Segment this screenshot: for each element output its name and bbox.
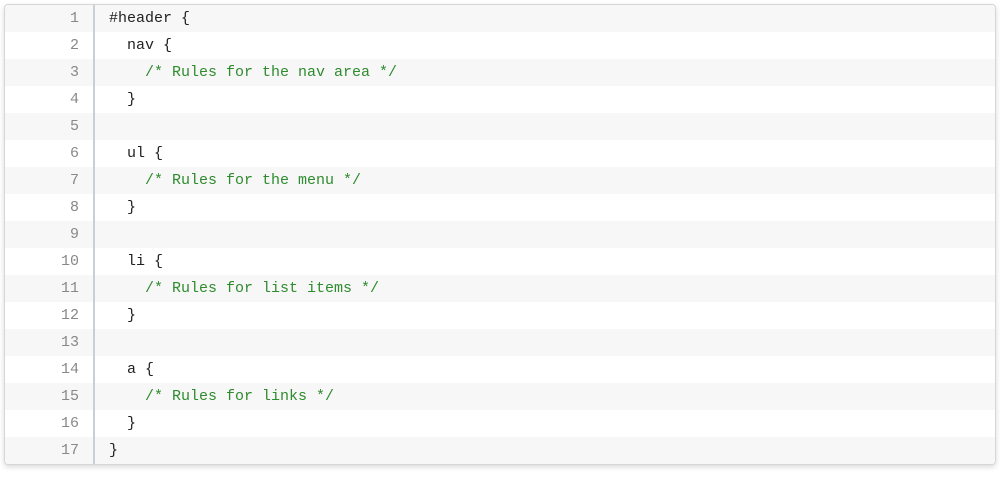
code-line: 2nav { (5, 32, 995, 59)
punct-token: } (127, 199, 136, 216)
line-number: 16 (5, 410, 95, 437)
code-content: a { (95, 356, 995, 383)
code-content: } (95, 302, 995, 329)
code-content: ul { (95, 140, 995, 167)
code-line: 3 /* Rules for the nav area */ (5, 59, 995, 86)
code-line: 7 /* Rules for the menu */ (5, 167, 995, 194)
selector-token: nav (127, 37, 163, 54)
selector-token: li (127, 253, 154, 270)
line-number: 17 (5, 437, 95, 464)
line-number: 8 (5, 194, 95, 221)
code-content: nav { (95, 32, 995, 59)
line-number: 5 (5, 113, 95, 140)
line-number: 11 (5, 275, 95, 302)
line-number: 14 (5, 356, 95, 383)
line-number: 12 (5, 302, 95, 329)
line-number: 13 (5, 329, 95, 356)
code-content: /* Rules for list items */ (95, 275, 995, 302)
punct-token: } (109, 442, 118, 459)
code-line: 10li { (5, 248, 995, 275)
code-line: 16} (5, 410, 995, 437)
code-line: 1#header { (5, 5, 995, 32)
line-number: 2 (5, 32, 95, 59)
selector-token: a (127, 361, 145, 378)
punct-token: { (145, 361, 154, 378)
punct-token: { (154, 145, 163, 162)
code-block: 1#header {2nav {3/* Rules for the nav ar… (4, 4, 996, 465)
code-line: 15 /* Rules for links */ (5, 383, 995, 410)
code-line: 12} (5, 302, 995, 329)
code-line: 4} (5, 86, 995, 113)
punct-token: } (127, 415, 136, 432)
code-content: /* Rules for the menu */ (95, 167, 995, 194)
code-content: } (95, 86, 995, 113)
selector-token: #header (109, 10, 181, 27)
code-line: 14a { (5, 356, 995, 383)
code-content (95, 113, 995, 140)
line-number: 9 (5, 221, 95, 248)
code-content (95, 221, 995, 248)
code-content: /* Rules for the nav area */ (95, 59, 995, 86)
line-number: 15 (5, 383, 95, 410)
code-content: } (95, 410, 995, 437)
comment-token: /* Rules for the menu */ (145, 172, 361, 189)
code-line: 5 (5, 113, 995, 140)
comment-token: /* Rules for links */ (145, 388, 334, 405)
code-line: 9 (5, 221, 995, 248)
code-line: 8} (5, 194, 995, 221)
code-content: } (95, 437, 995, 464)
line-number: 3 (5, 59, 95, 86)
punct-token: { (154, 253, 163, 270)
code-line: 11 /* Rules for list items */ (5, 275, 995, 302)
code-content: #header { (95, 5, 995, 32)
punct-token: } (127, 307, 136, 324)
line-number: 4 (5, 86, 95, 113)
line-number: 6 (5, 140, 95, 167)
code-line: 6ul { (5, 140, 995, 167)
line-number: 10 (5, 248, 95, 275)
punct-token: { (181, 10, 190, 27)
comment-token: /* Rules for the nav area */ (145, 64, 397, 81)
code-line: 13 (5, 329, 995, 356)
punct-token: { (163, 37, 172, 54)
code-content: } (95, 194, 995, 221)
punct-token: } (127, 91, 136, 108)
line-number: 1 (5, 5, 95, 32)
code-content: li { (95, 248, 995, 275)
selector-token: ul (127, 145, 154, 162)
code-content (95, 329, 995, 356)
comment-token: /* Rules for list items */ (145, 280, 379, 297)
line-number: 7 (5, 167, 95, 194)
code-line: 17} (5, 437, 995, 464)
code-content: /* Rules for links */ (95, 383, 995, 410)
